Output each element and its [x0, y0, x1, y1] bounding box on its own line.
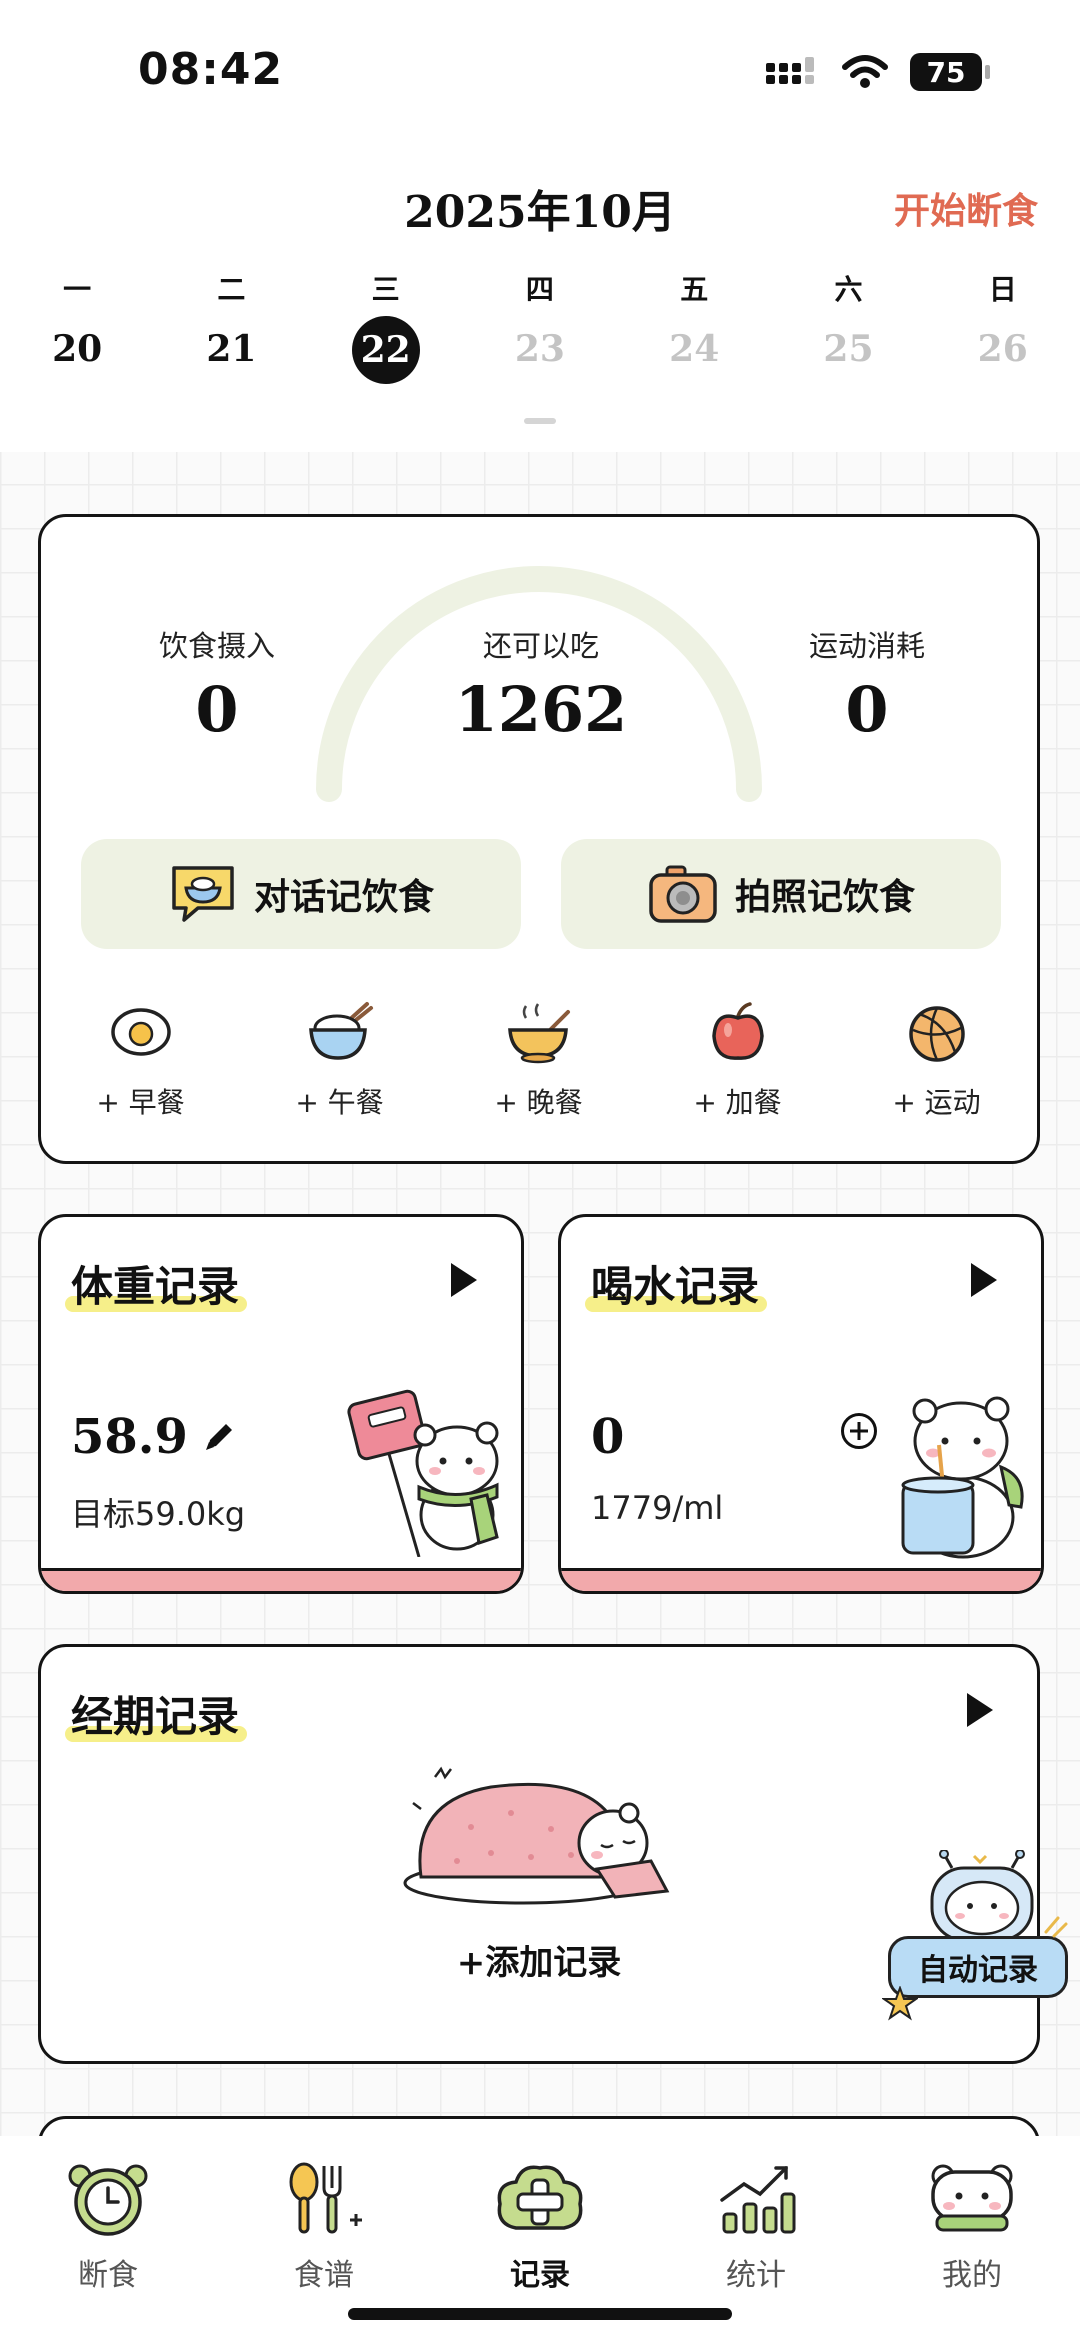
- add-exercise-button[interactable]: + 运动: [837, 997, 1036, 1121]
- weekday-row: 一 二 三 四 五 六 日: [0, 268, 1080, 308]
- weekday-label: 五: [680, 273, 709, 306]
- chat-record-food-label: 对话记饮食: [253, 877, 434, 918]
- basketball-icon: [908, 1006, 965, 1062]
- weight-record-title: 体重记录: [64, 1253, 248, 1314]
- weekday-label: 四: [525, 273, 554, 306]
- auto-record-button[interactable]: 自动记录: [882, 1850, 1078, 2022]
- add-water-icon[interactable]: [841, 1413, 877, 1449]
- weekday-label: 二: [217, 273, 246, 306]
- tab-recipes-label: 食谱: [294, 2258, 354, 2293]
- weight-record-card[interactable]: 体重记录 58.9 目标59.0kg: [38, 1214, 524, 1594]
- calendar-expand-handle[interactable]: [524, 418, 556, 424]
- add-snack-button[interactable]: + 加餐: [638, 997, 837, 1121]
- tab-statistics-label: 统计: [726, 2258, 786, 2293]
- add-exercise-label: + 运动: [892, 1086, 981, 1119]
- chat-bowl-icon: [172, 866, 234, 922]
- tab-fasting-label: 断食: [78, 2258, 138, 2293]
- weekday-label: 一: [63, 273, 92, 306]
- meal-shortcuts: + 早餐 + 午餐 + 晚餐 + 加餐 + 运动: [41, 997, 1037, 1121]
- intake-metric: 饮食摄入 0: [101, 623, 333, 746]
- auto-record-label: 自动记录: [918, 1953, 1038, 1988]
- bar-chart-icon: [720, 2166, 796, 2234]
- tab-record-label: 记录: [510, 2258, 570, 2293]
- tab-profile-label: 我的: [942, 2258, 1002, 2293]
- status-icons: 75: [766, 50, 990, 94]
- plus-cloud-icon: [497, 2165, 583, 2230]
- bear-scale-illustration: [347, 1389, 499, 1557]
- water-record-title: 喝水记录: [584, 1253, 768, 1314]
- star-icon: [882, 1986, 918, 2021]
- add-dinner-label: + 晚餐: [494, 1086, 583, 1119]
- add-dinner-button[interactable]: + 晚餐: [439, 997, 638, 1121]
- camera-icon: [649, 865, 717, 923]
- battery-indicator: 75: [910, 53, 990, 91]
- burned-label: 运动消耗: [808, 629, 925, 663]
- remaining-value: 1262: [454, 673, 628, 746]
- egg-icon: [110, 1008, 171, 1056]
- date-cell-selected[interactable]: 22: [309, 316, 463, 384]
- intake-label: 饮食摄入: [158, 629, 275, 663]
- remaining-metric: 还可以吃 1262: [421, 623, 661, 746]
- weekday-label: 六: [834, 273, 863, 306]
- bear-face-icon: [931, 2164, 1013, 2232]
- date-cell[interactable]: 25: [771, 328, 925, 384]
- date-cell[interactable]: 21: [154, 328, 308, 384]
- intake-value: 0: [195, 673, 239, 746]
- add-lunch-label: + 午餐: [295, 1086, 384, 1119]
- tab-fasting[interactable]: 断食: [0, 2136, 216, 2341]
- add-breakfast-label: + 早餐: [96, 1086, 185, 1119]
- chat-record-food-button[interactable]: 对话记饮食: [81, 839, 521, 949]
- status-time: 08:42: [138, 44, 284, 95]
- top-header: 08:42 75 2025年10月 开始断食 一 二 三 四 五 六 日 20 …: [0, 0, 1080, 452]
- date-cell[interactable]: 20: [0, 328, 154, 384]
- date-cell[interactable]: 23: [463, 328, 617, 384]
- play-arrow-icon[interactable]: [451, 1263, 477, 1297]
- wifi-icon: [842, 55, 888, 88]
- robot-bear-icon: [930, 1850, 1034, 1940]
- burned-metric: 运动消耗 0: [751, 623, 983, 746]
- bear-drinking-illustration: [901, 1396, 1024, 1559]
- date-row: 20 21 22 23 24 25 26: [0, 316, 1080, 384]
- weight-target: 目标59.0kg: [71, 1495, 246, 1533]
- date-cell[interactable]: 24: [617, 328, 771, 384]
- soup-bowl-icon: [507, 1003, 570, 1064]
- add-snack-label: + 加餐: [693, 1086, 782, 1119]
- period-record-title: 经期记录: [64, 1683, 248, 1744]
- sparkle-icon: [1044, 1916, 1068, 1938]
- play-arrow-icon[interactable]: [967, 1693, 993, 1727]
- tab-profile[interactable]: 我的: [864, 2136, 1080, 2341]
- bear-sleeping-illustration: [403, 1766, 670, 1905]
- add-breakfast-button[interactable]: + 早餐: [41, 997, 240, 1121]
- date-cell[interactable]: 26: [926, 328, 1080, 384]
- photo-record-food-button[interactable]: 拍照记饮食: [561, 839, 1001, 949]
- play-arrow-icon[interactable]: [971, 1263, 997, 1297]
- weight-value: 58.9: [71, 1409, 188, 1465]
- weight-value-row[interactable]: 58.9: [71, 1409, 236, 1465]
- start-fasting-button[interactable]: 开始断食: [894, 182, 1038, 234]
- water-target: 1779/ml: [591, 1489, 724, 1527]
- pencil-icon[interactable]: [202, 1420, 236, 1454]
- spoon-fork-icon: [289, 2162, 362, 2234]
- add-lunch-button[interactable]: + 午餐: [240, 997, 439, 1121]
- home-indicator[interactable]: [348, 2308, 732, 2320]
- burned-value: 0: [845, 673, 889, 746]
- rice-bowl-icon: [308, 1002, 373, 1060]
- clock-bear-icon: [68, 2164, 148, 2236]
- photo-record-food-label: 拍照记饮食: [734, 877, 915, 918]
- remaining-label: 还可以吃: [482, 629, 599, 663]
- calorie-summary-card: 饮食摄入 0 还可以吃 1262 运动消耗 0 对话记饮食 拍照记饮食 + 早餐…: [38, 514, 1040, 1164]
- apple-icon: [711, 1002, 764, 1060]
- water-record-card[interactable]: 喝水记录 0 1779/ml: [558, 1214, 1044, 1594]
- weekday-label: 日: [988, 273, 1017, 306]
- water-value: 0: [591, 1409, 625, 1465]
- cellular-signal-icon: [766, 57, 814, 84]
- weekday-label: 三: [371, 273, 400, 306]
